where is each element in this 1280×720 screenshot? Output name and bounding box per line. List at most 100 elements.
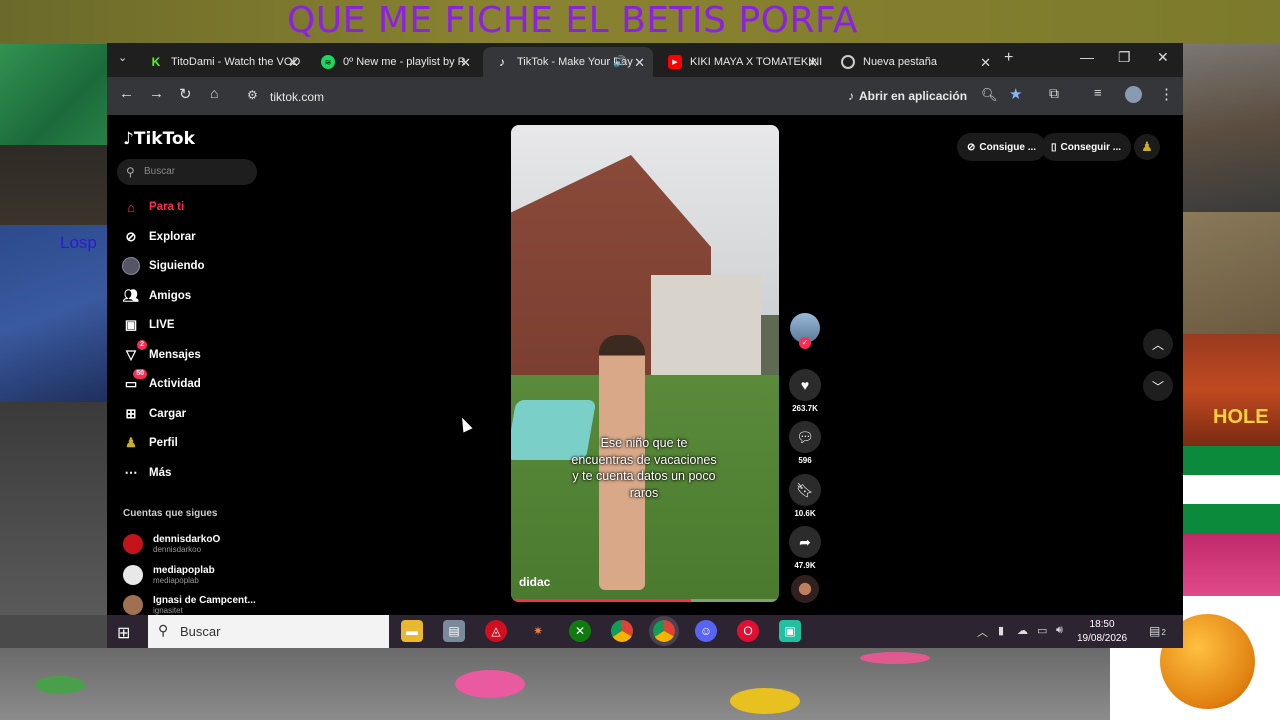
opera-icon[interactable]: O xyxy=(737,620,759,642)
address-bar[interactable]: tiktok.com xyxy=(270,90,324,104)
tray-expand-icon[interactable]: ︿ xyxy=(977,624,988,640)
app-window-icon[interactable]: ▤ xyxy=(443,620,465,642)
nav-explorar[interactable]: ⊘ Explorar xyxy=(122,225,196,249)
get-coins-button[interactable]: ⊘ Consigue ... xyxy=(957,133,1047,161)
video-player[interactable]: Ese niño que te encuentras de vacaciones… xyxy=(511,125,779,602)
browser-window: ⌄ K TitoDami - Watch the VOD ✕ ≋ 0º New … xyxy=(107,43,1183,648)
taskbar-search-input[interactable]: ⚲ Buscar xyxy=(148,615,389,648)
live-icon: ▣ xyxy=(124,317,138,332)
close-tab-icon[interactable]: ✕ xyxy=(460,55,471,71)
tab-title: TitoDami - Watch the VOD xyxy=(171,56,301,68)
followed-account[interactable]: mediapoplab mediapoplab xyxy=(123,562,215,588)
share-count: 47.9K xyxy=(794,561,816,570)
close-tab-icon[interactable]: ✕ xyxy=(634,55,645,71)
nav-perfil[interactable]: ♟ Perfil xyxy=(122,431,178,455)
nav-amigos[interactable]: 👥︎ Amigos xyxy=(122,284,191,308)
nav-live[interactable]: ▣ LIVE xyxy=(122,313,175,337)
top-button-label: Consigue ... xyxy=(979,141,1037,153)
youtube-icon: ▶ xyxy=(668,55,682,69)
profile-icon: ♟ xyxy=(125,435,137,450)
comment-action[interactable]: 💬︎ 596 xyxy=(789,421,821,465)
previous-video-button[interactable]: ︿ xyxy=(1143,329,1173,359)
forward-arrow-icon[interactable]: → xyxy=(149,85,164,102)
logo-text: TikTok xyxy=(133,129,195,149)
like-action[interactable]: ♥ 263.7K xyxy=(789,369,821,413)
back-arrow-icon[interactable]: ← xyxy=(119,85,134,102)
follow-check-icon[interactable]: ✓ xyxy=(799,337,811,349)
extensions-icon[interactable]: ⧉ xyxy=(1049,85,1059,102)
bookmark-star-icon[interactable]: ★ xyxy=(1009,85,1022,103)
nav-para-ti[interactable]: ⌂ Para ti xyxy=(122,195,184,219)
search-icon: ⚲ xyxy=(158,622,169,638)
account-name: dennisdarkoO xyxy=(153,534,221,545)
nav-mensajes[interactable]: ▽ 2 Mensajes xyxy=(122,340,201,367)
burst-app-icon[interactable]: ✷ xyxy=(527,620,549,642)
menu-kebab-icon[interactable]: ⋮ xyxy=(1159,85,1174,103)
window-close-icon[interactable]: ✕ xyxy=(1157,49,1169,66)
close-tab-icon[interactable]: ✕ xyxy=(288,55,299,71)
display-icon[interactable]: ▭ xyxy=(1037,624,1047,637)
get-app-button[interactable]: ▯ Conseguir ... xyxy=(1041,133,1132,161)
account-name: Ignasi de Campcent... xyxy=(153,595,256,606)
share-action[interactable]: ➦ 47.9K xyxy=(789,526,821,570)
video-author[interactable]: didac xyxy=(519,575,550,589)
site-settings-icon[interactable]: ⚙ xyxy=(247,88,258,102)
next-video-button[interactable]: ﹀ xyxy=(1143,371,1173,401)
profile-avatar-icon[interactable] xyxy=(1125,86,1142,103)
nav-cargar[interactable]: ⊞ Cargar xyxy=(122,402,187,426)
speaker-icon[interactable]: 🔊 xyxy=(613,55,627,68)
windows-start-icon[interactable]: ⊞ xyxy=(117,623,130,643)
close-tab-icon[interactable]: ✕ xyxy=(980,55,991,71)
tiktok-logo[interactable]: ♪TikTok xyxy=(123,129,195,149)
bg-yellow-blob xyxy=(730,688,800,714)
nav-siguiendo[interactable]: Siguiendo xyxy=(122,254,205,278)
adobe-icon[interactable]: ◬ xyxy=(485,620,507,642)
avatar xyxy=(123,595,143,615)
user-avatar[interactable]: ♟ xyxy=(1134,134,1160,160)
file-explorer-icon[interactable]: ▬ xyxy=(401,620,423,642)
open-in-app-button[interactable]: ♪ Abrir en aplicación xyxy=(848,86,967,106)
tab-new-tab[interactable]: Nueva pestaña ✕ xyxy=(829,47,999,77)
new-tab-plus-icon[interactable]: + xyxy=(1004,49,1013,67)
tab-kick[interactable]: K TitoDami - Watch the VOD ✕ xyxy=(137,47,307,77)
video-progress-bar[interactable] xyxy=(511,599,779,602)
bookmark-action[interactable]: 🔖︎ 10.6K xyxy=(789,474,821,518)
reload-icon[interactable]: ↻ xyxy=(179,85,192,103)
chevron-down-icon: ﹀ xyxy=(1151,379,1164,394)
followed-account[interactable]: dennisdarkoO dennisdarkoo xyxy=(123,531,220,557)
discord-icon[interactable]: ☺ xyxy=(695,620,717,642)
taskbar-clock[interactable]: 18:50 19/08/2026 xyxy=(1077,618,1127,646)
notifications-icon[interactable]: ▤2 xyxy=(1149,624,1166,638)
browser-toolbar: ← → ↻ ⌂ ⚙ tiktok.com ♪ Abrir en aplicaci… xyxy=(107,77,1183,115)
bg-bottom-strip xyxy=(0,648,1110,720)
media-controls-icon[interactable]: ≡ xyxy=(1094,85,1102,100)
account-handle: ignasitet xyxy=(153,606,183,615)
chrome-icon[interactable] xyxy=(611,620,633,642)
heart-icon: ♥ xyxy=(789,369,821,401)
chrome-active-icon[interactable] xyxy=(653,620,675,642)
tab-spotify[interactable]: ≋ 0º New me - playlist by R ✕ xyxy=(309,47,479,77)
music-disc-icon[interactable] xyxy=(791,575,819,603)
microphone-icon[interactable]: ▮ xyxy=(998,624,1004,637)
tab-tiktok[interactable]: ♪ TikTok - Make Your Day 🔊 ✕ xyxy=(483,47,653,77)
open-in-app-label: Abrir en aplicación xyxy=(859,89,968,103)
following-avatar-icon xyxy=(122,257,140,275)
nav-actividad[interactable]: ▭ 50 Actividad xyxy=(122,369,201,396)
nav-mas[interactable]: ⋯ Más xyxy=(122,461,172,485)
onedrive-icon[interactable]: ☁ xyxy=(1017,624,1028,637)
home-icon[interactable]: ⌂ xyxy=(210,85,218,101)
restore-icon[interactable]: ❐ xyxy=(1118,49,1131,66)
volume-icon[interactable]: 🔊︎ xyxy=(1056,624,1063,637)
nav-label: Actividad xyxy=(149,378,201,390)
zoom-icon[interactable]: 🔍︎ xyxy=(981,87,998,103)
nav-label: Siguiendo xyxy=(149,260,205,272)
tab-youtube[interactable]: ▶ KIKI MAYA X TOMATEKINI ✕ xyxy=(656,47,826,77)
tab-search-chevron-icon[interactable]: ⌄ xyxy=(118,51,127,64)
close-tab-icon[interactable]: ✕ xyxy=(807,55,818,71)
stream-overlay-banner: QUE ME FICHE EL BETIS PORFA xyxy=(0,0,1280,44)
minimize-icon[interactable]: — xyxy=(1080,49,1094,65)
tiktok-icon: ♪ xyxy=(499,55,505,69)
search-input[interactable]: ⚲ Buscar xyxy=(117,159,257,185)
xbox-icon[interactable]: ✕ xyxy=(569,620,591,642)
game-app-icon[interactable]: ▣ xyxy=(779,620,801,642)
